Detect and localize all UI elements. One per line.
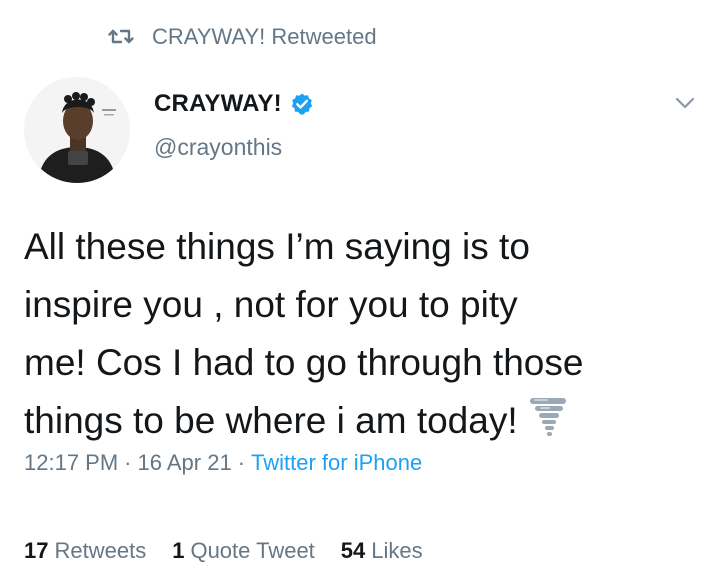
tweet-line: inspire you , not for you to pity: [24, 284, 518, 325]
tweet-text: All these things I’m saying is to inspir…: [24, 218, 704, 450]
likes-stat[interactable]: 54 Likes: [341, 538, 423, 564]
likes-count: 54: [340, 538, 366, 563]
retweets-label: Retweets: [54, 538, 147, 563]
quote-tweets-count: 1: [172, 538, 185, 563]
tornado-emoji-icon: [528, 395, 568, 437]
avatar[interactable]: [24, 77, 130, 183]
tweet-time[interactable]: 12:17 PM: [24, 450, 118, 475]
tweet-line: things to be where i am today!: [24, 400, 518, 441]
retweets-stat[interactable]: 17 Retweets: [24, 538, 146, 564]
retweet-icon: [108, 26, 134, 48]
chevron-down-icon[interactable]: [673, 94, 697, 112]
retweet-context-text: CRAYWAY! Retweeted: [152, 24, 377, 49]
tweet-line: me! Cos I had to go through those: [24, 342, 584, 383]
retweet-context[interactable]: CRAYWAY! Retweeted: [108, 22, 377, 52]
tweet-line: All these things I’m saying is to: [24, 226, 530, 267]
tweet-date[interactable]: 16 Apr 21: [138, 450, 232, 475]
meta-separator: ·: [237, 450, 246, 475]
tweet-meta: 12:17 PM · 16 Apr 21 · Twitter for iPhone: [24, 450, 422, 476]
quote-tweets-label: Quote Tweet: [190, 538, 315, 563]
user-handle[interactable]: @crayonthis: [154, 134, 314, 161]
meta-separator: ·: [124, 450, 132, 475]
tweet-stats: 17 Retweets 1 Quote Tweet 54 Likes: [24, 538, 449, 564]
tweet-source-link[interactable]: Twitter for iPhone: [251, 450, 422, 475]
display-name[interactable]: CRAYWAY!: [154, 90, 282, 118]
retweets-count: 17: [24, 538, 49, 563]
quote-tweets-stat[interactable]: 1 Quote Tweet: [172, 538, 315, 564]
verified-badge-icon: [290, 92, 314, 116]
likes-label: Likes: [371, 538, 423, 563]
author-block[interactable]: CRAYWAY! @crayonthis: [154, 88, 314, 161]
